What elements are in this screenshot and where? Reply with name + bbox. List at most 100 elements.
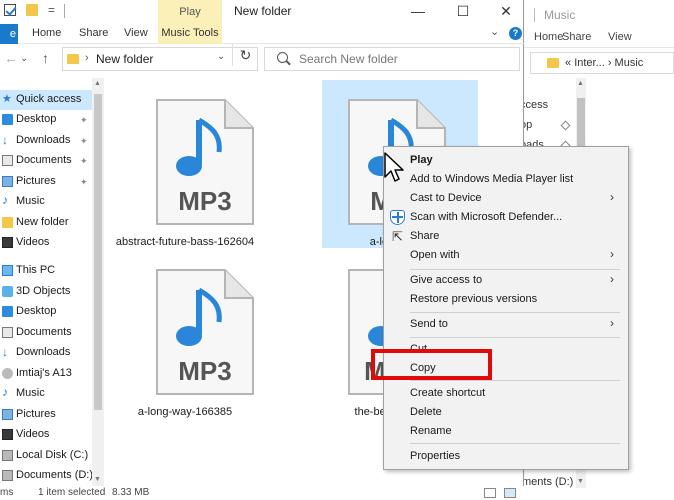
- menu-item-share[interactable]: ⇱ Share: [384, 227, 628, 246]
- sidebar-item-label: Documents: [16, 154, 72, 166]
- sidebar-item-documents-d[interactable]: Documents (D:): [0, 466, 93, 486]
- sidebar-item-label: Desktop: [16, 113, 57, 125]
- tab-music-tools[interactable]: Music Tools: [158, 24, 222, 44]
- large-icons-view-icon[interactable]: [504, 488, 516, 498]
- bg-window-title: Music: [544, 8, 576, 22]
- sidebar-item-desktop-pc[interactable]: Desktop: [0, 302, 92, 322]
- scroll-up-icon[interactable]: ▲: [94, 80, 101, 87]
- titlebar: = Play New folder — ☐ ✕: [0, 0, 524, 24]
- sidebar-item-documents[interactable]: Documents ✦: [0, 151, 92, 171]
- menu-separator: [410, 337, 620, 338]
- menu-item-label: Scan with Microsoft Defender...: [410, 211, 563, 223]
- refresh-button[interactable]: ↻: [232, 44, 258, 66]
- menu-item-properties[interactable]: Properties: [384, 447, 628, 466]
- sidebar-item-music[interactable]: ♪ Music: [0, 192, 92, 212]
- breadcrumb[interactable]: New folder: [96, 52, 153, 66]
- sidebar-item-label: New folder: [16, 216, 69, 228]
- menu-item-add-to-wmp-list[interactable]: Add to Windows Media Player list: [384, 170, 628, 189]
- sidebar-item-quick-access[interactable]: ★ Quick access: [0, 90, 92, 110]
- tab-home[interactable]: Home: [32, 27, 61, 39]
- contextual-tab-play: Play: [179, 6, 201, 18]
- address-bar[interactable]: › New folder ⌄: [62, 47, 258, 71]
- properties-check-icon[interactable]: [4, 4, 16, 16]
- menu-item-label: Share: [410, 230, 440, 242]
- navigation-pane: ★ Quick access Desktop ✦ ↓ Downloads ✦ D…: [0, 78, 104, 486]
- menu-separator: [410, 269, 620, 270]
- help-icon[interactable]: ?: [509, 27, 522, 40]
- new-folder-icon[interactable]: [26, 4, 38, 16]
- menu-separator: [410, 380, 620, 381]
- menu-item-send-to[interactable]: Send to ›: [384, 315, 628, 334]
- phone-icon: [2, 368, 13, 379]
- breadcrumb-chevron-icon[interactable]: ›: [85, 52, 89, 64]
- close-button[interactable]: ✕: [496, 2, 516, 20]
- address-dropdown-icon[interactable]: ⌄: [217, 51, 225, 62]
- maximize-button[interactable]: ☐: [453, 2, 473, 20]
- menu-item-play[interactable]: Play: [384, 151, 628, 170]
- bg-tab-view[interactable]: View: [608, 31, 632, 43]
- bg-nav-item[interactable]: ccess: [520, 99, 548, 111]
- sidebar-item-downloads[interactable]: ↓ Downloads ✦: [0, 131, 92, 151]
- menu-item-label: Properties: [410, 450, 461, 462]
- sidebar-item-downloads-pc[interactable]: ↓ Downloads: [0, 343, 92, 363]
- contextual-tab-header: Play: [158, 0, 222, 24]
- sidebar-item-phone[interactable]: Imtiaj's A13: [0, 364, 92, 384]
- file-item[interactable]: MP3 abstract-future-bass-162604: [110, 80, 260, 250]
- disk-icon: [2, 450, 13, 461]
- menu-item-rename[interactable]: Rename: [384, 422, 628, 441]
- nav-scrollbar[interactable]: ▲ ▼: [92, 78, 104, 488]
- music-icon: ♪: [2, 193, 8, 207]
- titlebar-separator: [64, 4, 65, 18]
- sidebar-item-new-folder[interactable]: New folder: [0, 213, 92, 233]
- sidebar-item-music-pc[interactable]: ♪ Music: [0, 384, 92, 404]
- bg-tab-share[interactable]: Share: [562, 31, 591, 43]
- bg-drive-label[interactable]: ments (D:): [522, 476, 573, 488]
- ribbon-collapse-icon[interactable]: ⌄: [490, 25, 499, 38]
- customize-quick-access-icon[interactable]: =: [48, 3, 55, 17]
- status-items-count: ms: [0, 487, 14, 498]
- pin-icon[interactable]: ✦: [80, 136, 88, 147]
- minimize-button[interactable]: —: [408, 2, 428, 20]
- menu-item-cast-to-device[interactable]: Cast to Device ›: [384, 189, 628, 208]
- bg-tab-home[interactable]: Home: [534, 31, 563, 43]
- bg-address-bar[interactable]: « Inter... › Music: [530, 52, 674, 74]
- menu-item-give-access[interactable]: Give access to ›: [384, 271, 628, 290]
- scroll-down-icon[interactable]: ▼: [577, 478, 584, 485]
- mp3-thumb-label: MP3: [178, 356, 231, 386]
- details-view-icon[interactable]: [484, 488, 496, 498]
- pin-icon[interactable]: ✦: [80, 177, 88, 188]
- scroll-down-icon[interactable]: ▼: [94, 476, 101, 483]
- menu-item-restore-versions[interactable]: Restore previous versions: [384, 290, 628, 309]
- menu-item-delete[interactable]: Delete: [384, 403, 628, 422]
- scroll-up-icon[interactable]: ▲: [577, 80, 584, 87]
- sidebar-item-documents-pc[interactable]: Documents: [0, 323, 92, 343]
- sidebar-item-videos[interactable]: Videos: [0, 233, 92, 253]
- file-item[interactable]: MP3 a-long-way-166385: [110, 250, 260, 420]
- tab-share[interactable]: Share: [79, 27, 108, 39]
- sidebar-item-pictures[interactable]: Pictures ✦: [0, 172, 92, 192]
- tab-file[interactable]: e: [0, 24, 18, 44]
- recent-locations-icon[interactable]: ⌄: [20, 53, 28, 64]
- sidebar-item-local-disk-c[interactable]: Local Disk (C:): [0, 446, 92, 466]
- submenu-arrow-icon: ›: [610, 190, 614, 204]
- up-arrow-icon[interactable]: ↑: [42, 50, 49, 66]
- sidebar-item-pictures-pc[interactable]: Pictures: [0, 405, 92, 425]
- back-arrow-icon[interactable]: ←: [4, 50, 18, 66]
- bg-titlebar: Music: [500, 0, 674, 28]
- menu-item-open-with[interactable]: Open with ›: [384, 246, 628, 265]
- pin-icon[interactable]: ✦: [80, 156, 88, 167]
- sidebar-item-3d-objects[interactable]: 3D Objects: [0, 282, 92, 302]
- pin-icon[interactable]: ✦: [80, 115, 88, 126]
- tab-view[interactable]: View: [124, 27, 148, 39]
- search-input[interactable]: Search New folder: [264, 47, 520, 71]
- download-icon: ↓: [2, 345, 8, 359]
- sidebar-item-desktop[interactable]: Desktop ✦: [0, 110, 92, 130]
- ribbon-tabs: e Home Share View Music Tools ⌄ ?: [0, 24, 524, 44]
- bg-title-separator: [534, 8, 535, 22]
- sidebar-item-this-pc[interactable]: This PC: [0, 261, 92, 281]
- nav-scroll-thumb[interactable]: [94, 94, 102, 410]
- menu-item-scan-defender[interactable]: Scan with Microsoft Defender...: [384, 208, 628, 227]
- menu-item-create-shortcut[interactable]: Create shortcut: [384, 384, 628, 403]
- mp3-thumb-label: MP3: [178, 186, 231, 216]
- sidebar-item-videos-pc[interactable]: Videos: [0, 425, 92, 445]
